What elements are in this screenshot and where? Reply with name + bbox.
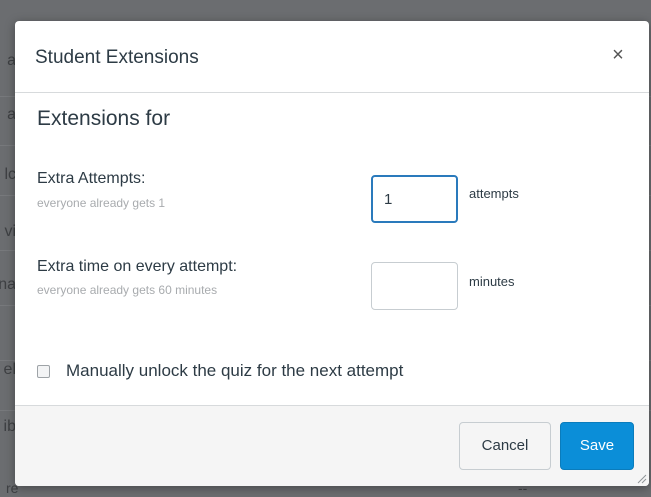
extra-attempts-input[interactable] [371,175,458,223]
close-icon: × [612,44,624,66]
dialog-body: Extensions for Extra Attempts: everyone … [15,94,649,405]
manual-unlock-label[interactable]: Manually unlock the quiz for the next at… [66,361,403,381]
extra-time-input[interactable] [371,262,458,310]
extra-time-label: Extra time on every attempt: [37,258,238,275]
extra-attempts-label: Extra Attempts: [37,170,146,187]
student-extensions-dialog: Student Extensions × Extensions for Extr… [15,21,649,486]
background-row-text: na [0,276,16,293]
dialog-footer: Cancel Save [15,405,649,486]
background-row-text: lc [4,166,16,183]
dialog-title: Student Extensions [35,47,199,68]
background-row-text: a [7,106,16,123]
extra-time-unit: minutes [469,274,515,289]
close-button[interactable]: × [606,43,630,67]
extensions-heading: Extensions for [37,107,171,130]
dialog-header: Student Extensions × [15,21,649,93]
extra-attempts-hint: everyone already gets 1 [37,196,166,210]
extra-time-hint: everyone already gets 60 minutes [37,283,218,297]
save-button[interactable]: Save [560,422,634,470]
background-row-text: vi [4,223,16,240]
cancel-button[interactable]: Cancel [459,422,551,470]
background-row-text: a [7,52,16,69]
manual-unlock-checkbox[interactable] [37,365,50,378]
resize-grip-icon[interactable] [635,472,647,484]
extra-attempts-unit: attempts [469,186,519,201]
background-row-text: ib [3,418,16,435]
background-row-text: el [3,361,16,378]
